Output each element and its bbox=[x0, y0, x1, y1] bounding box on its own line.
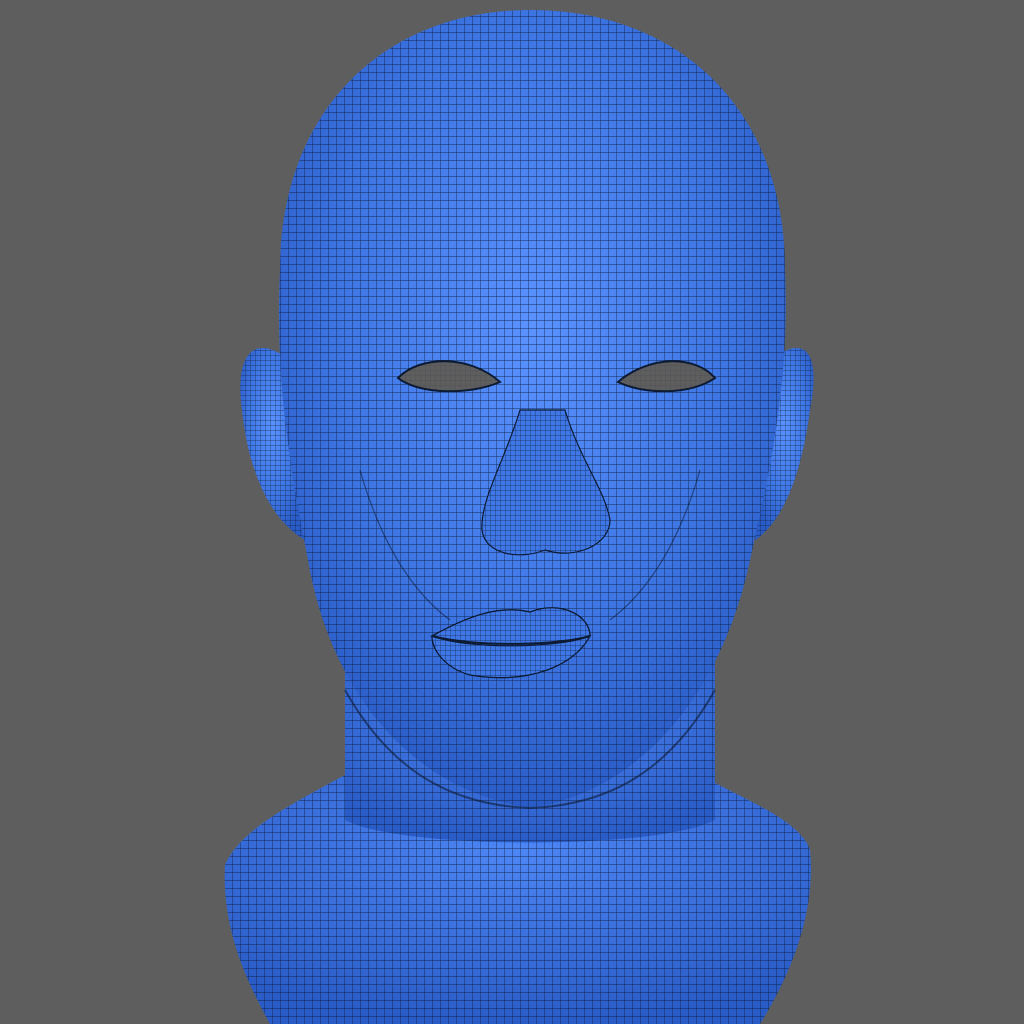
head-mesh-render[interactable] bbox=[0, 0, 1024, 1024]
3d-viewport[interactable] bbox=[0, 0, 1024, 1024]
